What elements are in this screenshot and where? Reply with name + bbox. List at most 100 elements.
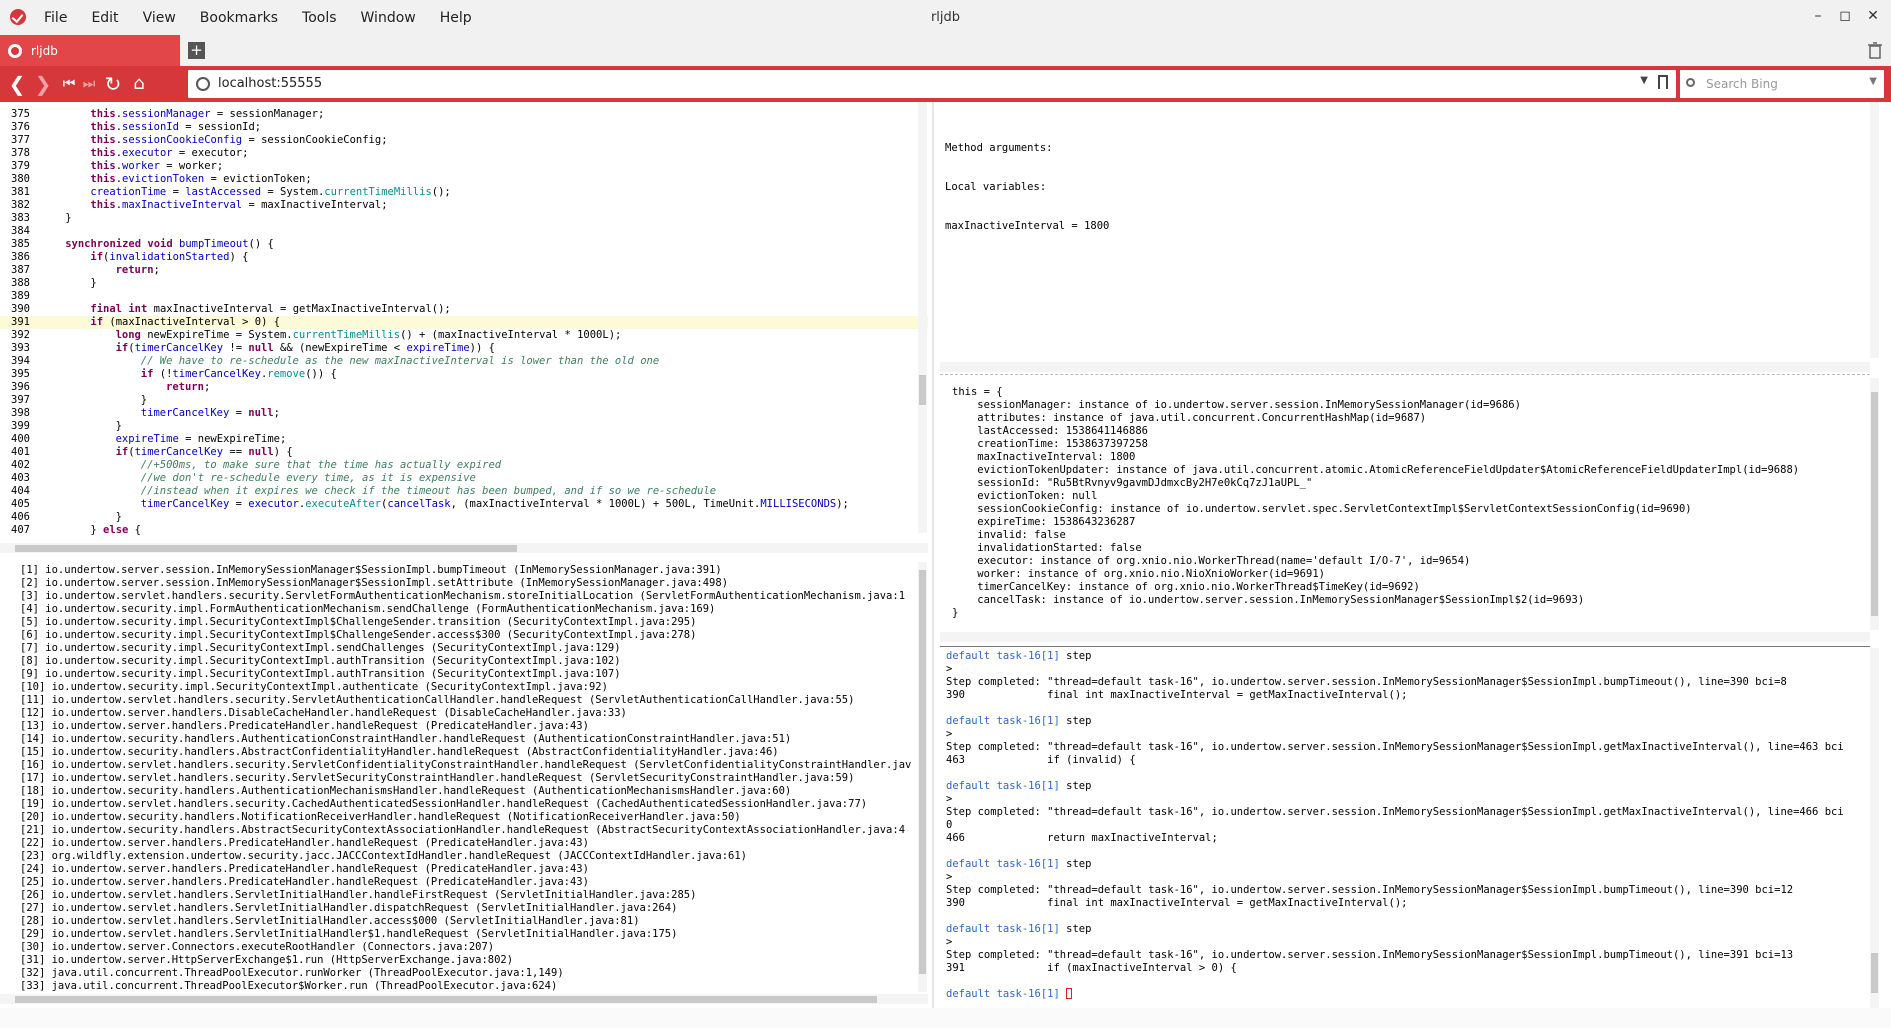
line-number[interactable]: 376 <box>8 121 30 134</box>
stack-frame[interactable]: [11] io.undertow.servlet.handlers.securi… <box>20 694 911 707</box>
code-line[interactable]: 390 final int maxInactiveInterval = getMa… <box>0 303 928 316</box>
menu-view[interactable]: View <box>143 10 176 26</box>
code-line[interactable]: 402 //+500ms, to make sure that the time … <box>0 459 928 472</box>
stack-frame[interactable]: [3] io.undertow.servlet.handlers.securit… <box>20 590 911 603</box>
stack-frame[interactable]: [19] io.undertow.servlet.handlers.securi… <box>20 798 911 811</box>
menu-window[interactable]: Window <box>361 10 416 26</box>
stack-frame[interactable]: [31] io.undertow.server.HttpServerExchan… <box>20 954 911 967</box>
stack-frame[interactable]: [10] io.undertow.security.impl.SecurityC… <box>20 681 911 694</box>
code-line[interactable]: 395 if (!timerCancelKey.remove()) { <box>0 368 928 381</box>
stack-frame[interactable]: [5] io.undertow.security.impl.SecurityCo… <box>20 616 911 629</box>
code-line[interactable]: 381 creationTime = lastAccessed = System.… <box>0 186 928 199</box>
stack-frame[interactable]: [24] io.undertow.server.handlers.Predica… <box>20 863 911 876</box>
line-number[interactable]: 401 <box>8 446 30 459</box>
stack-frame[interactable]: [18] io.undertow.security.handlers.Authe… <box>20 785 911 798</box>
stack-frame[interactable]: [9] io.undertow.security.impl.SecurityCo… <box>20 668 911 681</box>
code-line[interactable]: 375 this.sessionManager = sessionManager; <box>0 108 928 121</box>
line-number[interactable]: 388 <box>8 277 30 290</box>
stack-vertical-scrollbar[interactable] <box>918 562 927 992</box>
stack-frame[interactable]: [26] io.undertow.servlet.handlers.Servle… <box>20 889 911 902</box>
back-icon[interactable]: ❮ <box>6 73 28 95</box>
stack-frame[interactable]: [2] io.undertow.server.session.InMemoryS… <box>20 577 911 590</box>
line-number[interactable]: 389 <box>8 290 30 303</box>
stack-frame[interactable]: [8] io.undertow.security.impl.SecurityCo… <box>20 655 911 668</box>
stack-frame[interactable]: [29] io.undertow.servlet.handlers.Servle… <box>20 928 911 941</box>
line-number[interactable]: 391 <box>8 316 30 329</box>
this-vertical-scrollbar[interactable] <box>1870 378 1879 630</box>
code-line[interactable]: 392 long newExpireTime = System.currentTi… <box>0 329 928 342</box>
menu-edit[interactable]: Edit <box>91 10 118 26</box>
line-number[interactable]: 395 <box>8 368 30 381</box>
minimize-icon[interactable]: – <box>1808 6 1828 26</box>
code-line[interactable]: 384 <box>0 225 928 238</box>
pane-divider[interactable] <box>932 102 934 1008</box>
line-number[interactable]: 386 <box>8 251 30 264</box>
line-number[interactable]: 381 <box>8 186 30 199</box>
stack-frame[interactable]: [32] java.util.concurrent.ThreadPoolExec… <box>20 967 911 980</box>
trash-icon[interactable] <box>1867 42 1883 59</box>
stack-frame[interactable]: [27] io.undertow.servlet.handlers.Servle… <box>20 902 911 915</box>
line-number[interactable]: 397 <box>8 394 30 407</box>
text-cursor[interactable] <box>1066 988 1073 999</box>
stack-frame[interactable]: [22] io.undertow.server.handlers.Predica… <box>20 837 911 850</box>
code-line[interactable]: 399} <box>0 420 928 433</box>
code-line[interactable]: 380 this.evictionToken = evictionToken; <box>0 173 928 186</box>
reload-icon[interactable]: ↻ <box>102 73 124 95</box>
code-line[interactable]: 391 if (maxInactiveInterval > 0) { <box>0 316 928 329</box>
tab-rljdb[interactable]: rljdb <box>0 35 180 66</box>
line-number[interactable]: 377 <box>8 134 30 147</box>
line-number[interactable]: 378 <box>8 147 30 160</box>
debugger-console[interactable]: default task-16[1] step > Step completed: … <box>940 648 1870 1008</box>
code-line[interactable]: 388} <box>0 277 928 290</box>
code-line[interactable]: 396 return; <box>0 381 928 394</box>
line-number[interactable]: 399 <box>8 420 30 433</box>
new-tab-icon[interactable]: + <box>188 42 205 59</box>
line-number[interactable]: 392 <box>8 329 30 342</box>
console-vertical-scrollbar[interactable] <box>1870 648 1879 1008</box>
code-line[interactable]: 382 this.maxInactiveInterval = maxInactiv… <box>0 199 928 212</box>
code-line[interactable]: 398 timerCancelKey = null; <box>0 407 928 420</box>
line-number[interactable]: 400 <box>8 433 30 446</box>
line-number[interactable]: 396 <box>8 381 30 394</box>
code-line[interactable]: 404 //instead when it expires we check if… <box>0 485 928 498</box>
line-number[interactable]: 383 <box>8 212 30 225</box>
code-line[interactable]: 383} <box>0 212 928 225</box>
rewind-icon[interactable]: ⏮ <box>58 73 80 95</box>
close-icon[interactable]: ✕ <box>1863 6 1883 26</box>
stack-horizontal-scrollbar[interactable] <box>0 994 928 1004</box>
code-line[interactable]: 377 this.sessionCookieConfig = sessionCoo… <box>0 134 928 147</box>
args-vertical-scrollbar[interactable] <box>1870 102 1879 358</box>
menu-help[interactable]: Help <box>440 10 472 26</box>
stack-frame[interactable]: [1] io.undertow.server.session.InMemoryS… <box>20 564 911 577</box>
line-number[interactable]: 384 <box>8 225 30 238</box>
code-line[interactable]: 393 if(timerCancelKey != null && (newExpi… <box>0 342 928 355</box>
fast-forward-icon[interactable]: ⏭ <box>78 73 100 95</box>
menu-bookmarks[interactable]: Bookmarks <box>200 10 278 26</box>
home-icon[interactable]: ⌂ <box>128 73 150 95</box>
line-number[interactable]: 407 <box>8 524 30 537</box>
code-line[interactable]: 378 this.executor = executor; <box>0 147 928 160</box>
line-number[interactable]: 402 <box>8 459 30 472</box>
code-horizontal-scrollbar[interactable] <box>0 543 928 553</box>
line-number[interactable]: 379 <box>8 160 30 173</box>
search-engine-dropdown-icon[interactable]: ▼ <box>1869 76 1877 87</box>
stack-frame[interactable]: [20] io.undertow.security.handlers.Notif… <box>20 811 911 824</box>
code-line[interactable]: 376 this.sessionId = sessionId; <box>0 121 928 134</box>
line-number[interactable]: 403 <box>8 472 30 485</box>
code-line[interactable]: 394 // We have to re-schedule as the new … <box>0 355 928 368</box>
code-line[interactable]: 401 if(timerCancelKey == null) { <box>0 446 928 459</box>
line-number[interactable]: 406 <box>8 511 30 524</box>
stack-frame[interactable]: [25] io.undertow.server.handlers.Predica… <box>20 876 911 889</box>
code-line[interactable]: 389 <box>0 290 928 303</box>
app-logo-icon[interactable] <box>10 9 26 25</box>
chevron-down-icon[interactable]: ▼ <box>1640 75 1648 86</box>
menu-file[interactable]: File <box>44 10 67 26</box>
stack-frame[interactable]: [13] io.undertow.server.handlers.Predica… <box>20 720 911 733</box>
maximize-icon[interactable]: ◻ <box>1835 6 1855 26</box>
line-number[interactable]: 385 <box>8 238 30 251</box>
args-horizontal-scrollbar[interactable] <box>940 362 1870 372</box>
code-line[interactable]: 385 synchronized void bumpTimeout() { <box>0 238 928 251</box>
stack-frame[interactable]: [12] io.undertow.server.handlers.Disable… <box>20 707 911 720</box>
stack-frame[interactable]: [14] io.undertow.security.handlers.Authe… <box>20 733 911 746</box>
code-line[interactable]: 397} <box>0 394 928 407</box>
